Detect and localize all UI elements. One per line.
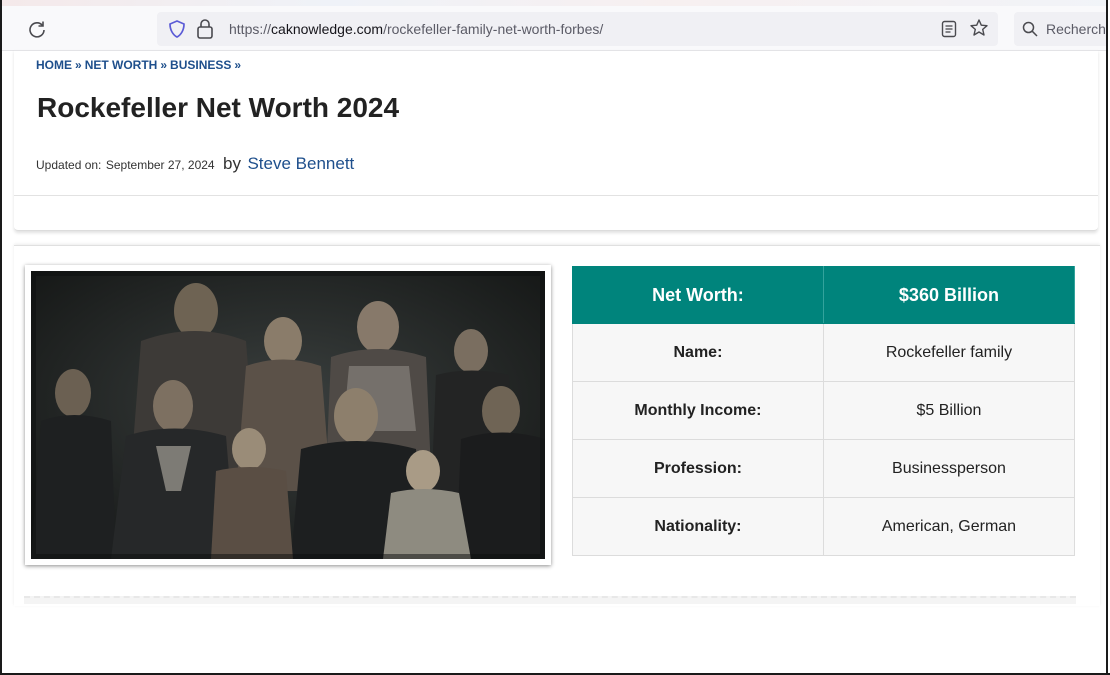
row-value-nationality: American, German xyxy=(822,497,1076,556)
breadcrumb: HOME» NET WORTH» BUSINESS» xyxy=(36,58,244,72)
breadcrumb-net-worth[interactable]: NET WORTH xyxy=(85,58,158,72)
browser-toolbar: https://caknowledge.com/rockefeller-fami… xyxy=(2,0,1106,51)
url-path: /rockefeller-family-net-worth-forbes/ xyxy=(383,21,604,37)
row-label-profession: Profession: xyxy=(572,439,824,498)
url-domain: caknowledge.com xyxy=(271,21,384,37)
row-label-nationality: Nationality: xyxy=(572,497,824,556)
lock-icon[interactable] xyxy=(195,18,215,40)
net-worth-label: Net Worth: xyxy=(572,266,824,324)
breadcrumb-separator: » xyxy=(234,58,242,72)
table-row: Nationality: American, German xyxy=(572,497,1076,556)
updated-label: Updated on: xyxy=(36,158,102,172)
window-border-left xyxy=(0,0,2,675)
article-header-card xyxy=(14,50,1098,231)
search-icon xyxy=(1022,21,1038,37)
breadcrumb-separator: » xyxy=(75,58,82,72)
breadcrumb-separator: » xyxy=(160,58,168,72)
table-row: Name: Rockefeller family xyxy=(572,323,1076,382)
url-prefix: https:// xyxy=(229,21,272,37)
reader-view-icon[interactable] xyxy=(940,20,958,38)
row-label-name: Name: xyxy=(572,323,824,382)
url-text[interactable]: https://caknowledge.com/rockefeller-fami… xyxy=(229,21,603,37)
by-label: by xyxy=(223,154,242,173)
search-placeholder: Recherche xyxy=(1046,21,1106,37)
author-link[interactable]: Steve Bennett xyxy=(247,154,354,173)
row-value-profession: Businessperson xyxy=(822,439,1076,498)
table-row: Monthly Income: $5 Billion xyxy=(572,381,1076,440)
reload-icon[interactable] xyxy=(24,16,50,42)
breadcrumb-business[interactable]: BUSINESS xyxy=(170,58,231,72)
net-worth-value: $360 Billion xyxy=(822,266,1076,324)
star-icon[interactable] xyxy=(969,18,989,38)
page-title: Rockefeller Net Worth 2024 xyxy=(37,92,400,123)
net-worth-info-table: Net Worth: $360 Billion Name: Rockefelle… xyxy=(572,266,1076,556)
search-input[interactable]: Recherche xyxy=(1014,12,1106,46)
breadcrumb-home[interactable]: HOME xyxy=(36,58,72,72)
family-photo-frame xyxy=(25,265,551,565)
window-border-right xyxy=(1106,0,1108,675)
updated-date: September 27, 2024 xyxy=(105,158,215,172)
tab-strip-edge xyxy=(2,0,1106,6)
address-bar[interactable]: https://caknowledge.com/rockefeller-fami… xyxy=(157,12,998,46)
row-value-monthly-income: $5 Billion xyxy=(822,381,1076,440)
shield-icon[interactable] xyxy=(167,19,187,39)
row-value-name: Rockefeller family xyxy=(822,323,1076,382)
row-label-monthly-income: Monthly Income: xyxy=(572,381,824,440)
table-row: Profession: Businessperson xyxy=(572,439,1076,498)
table-header-row: Net Worth: $360 Billion xyxy=(572,266,1076,324)
family-photo xyxy=(31,271,545,559)
article-meta: Updated on: September 27, 2024 by Steve … xyxy=(36,154,354,174)
next-section-edge xyxy=(24,596,1076,604)
header-divider xyxy=(14,195,1098,196)
